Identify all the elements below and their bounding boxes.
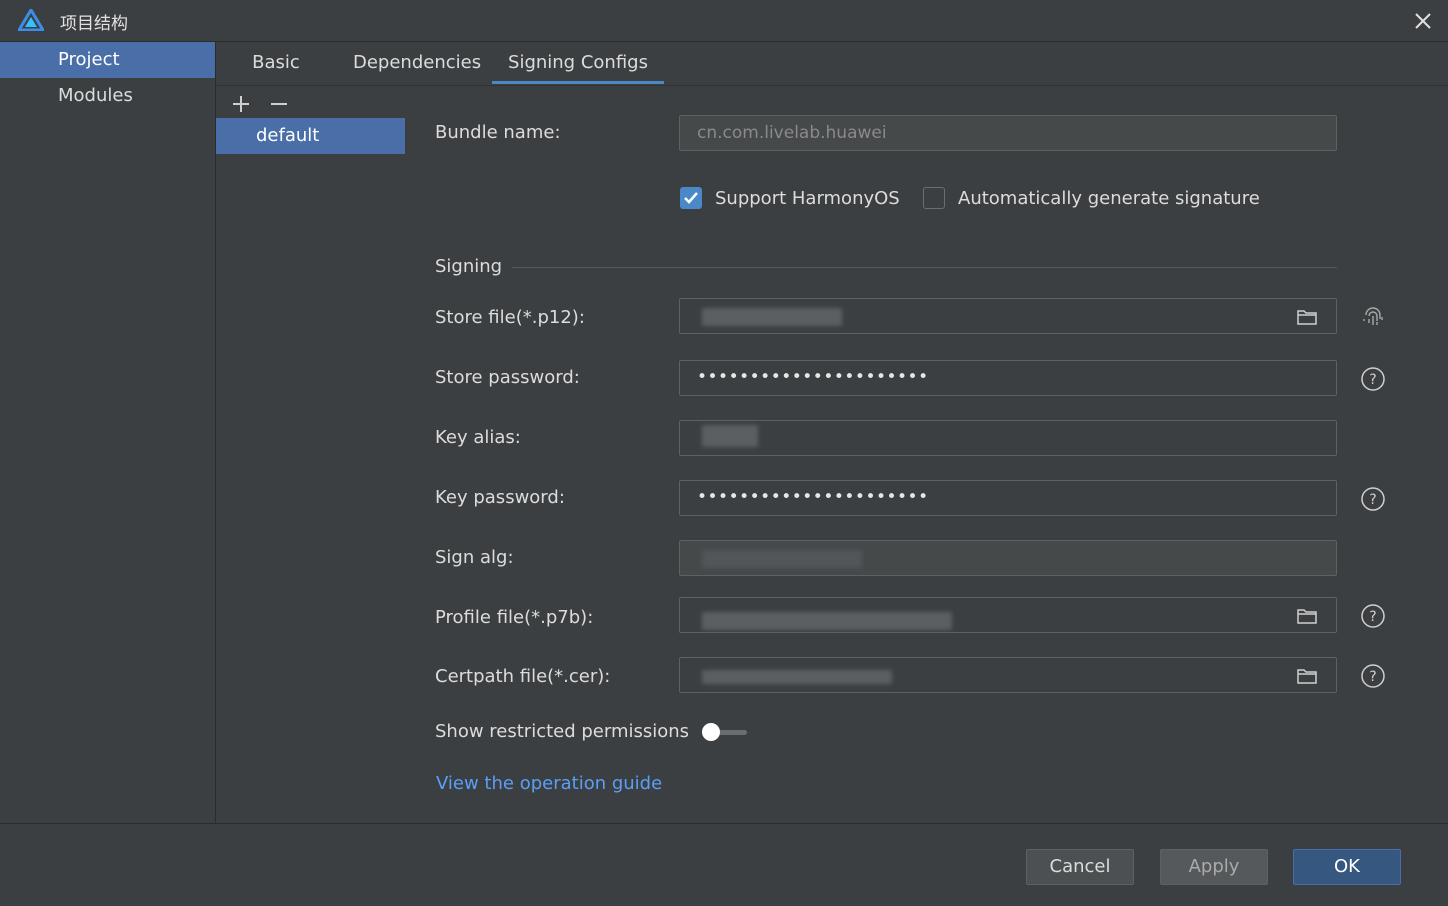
harmony-logo-icon — [18, 9, 44, 31]
signing-section-title: Signing — [435, 256, 503, 277]
profile-file-label: Profile file(*.p7b): — [435, 607, 594, 628]
ok-button[interactable]: OK — [1293, 849, 1401, 885]
key-password-label: Key password: — [435, 487, 565, 508]
store-password-field[interactable]: •••••••••••••••••••••• — [679, 360, 1337, 396]
bundle-name-value: cn.com.livelab.huawei — [697, 123, 887, 143]
dialog-footer: Cancel Apply OK — [0, 823, 1448, 906]
key-password-value: •••••••••••••••••••••• — [697, 487, 929, 507]
tab-signing-configs[interactable]: Signing Configs — [492, 42, 664, 84]
help-icon[interactable]: ? — [1360, 603, 1386, 629]
show-restricted-label: Show restricted permissions — [435, 721, 690, 742]
bundle-name-label: Bundle name: — [435, 122, 561, 143]
certpath-file-field[interactable] — [679, 657, 1337, 693]
redacted-value — [702, 425, 758, 447]
auto-signature-checkbox[interactable] — [923, 187, 945, 209]
window-title: 项目结构 — [60, 14, 128, 34]
sign-alg-label: Sign alg: — [435, 547, 514, 568]
store-password-label: Store password: — [435, 367, 580, 388]
store-file-field[interactable] — [679, 298, 1337, 334]
operation-guide-link[interactable]: View the operation guide — [436, 773, 662, 794]
sidebar-item-project[interactable]: Project — [0, 42, 215, 78]
folder-icon[interactable] — [1296, 606, 1318, 626]
tab-dependencies[interactable]: Dependencies — [353, 42, 481, 84]
key-password-field[interactable]: •••••••••••••••••••••• — [679, 480, 1337, 516]
svg-text:?: ? — [1369, 669, 1376, 685]
store-file-label: Store file(*.p12): — [435, 307, 585, 328]
folder-icon[interactable] — [1296, 307, 1318, 327]
folder-icon[interactable] — [1296, 666, 1318, 686]
title-bar: 项目结构 — [0, 0, 1448, 42]
key-alias-field[interactable] — [679, 420, 1337, 456]
config-list-panel: default — [216, 86, 405, 823]
help-icon[interactable]: ? — [1360, 663, 1386, 689]
auto-signature-label: Automatically generate signature — [958, 188, 1260, 209]
tab-bar: Basic Info Dependencies Signing Configs — [216, 42, 1448, 115]
tab-basic-info[interactable]: Basic Info — [234, 42, 318, 115]
sign-alg-field — [679, 540, 1337, 576]
apply-button[interactable]: Apply — [1160, 849, 1268, 885]
key-alias-label: Key alias: — [435, 427, 521, 448]
store-password-value: •••••••••••••••••••••• — [697, 367, 929, 387]
help-icon[interactable]: ? — [1360, 486, 1386, 512]
plus-icon[interactable] — [231, 94, 251, 114]
minus-icon[interactable] — [269, 94, 289, 114]
help-icon[interactable]: ? — [1360, 366, 1386, 392]
bundle-name-field: cn.com.livelab.huawei — [679, 115, 1337, 151]
redacted-value — [702, 308, 842, 326]
profile-file-field[interactable] — [679, 597, 1337, 633]
checkmark-icon — [684, 192, 698, 204]
signing-form: Bundle name: cn.com.livelab.huawei Suppo… — [405, 86, 1448, 823]
svg-text:?: ? — [1369, 372, 1376, 388]
svg-text:?: ? — [1369, 609, 1376, 625]
redacted-value — [702, 550, 862, 568]
sidebar: Project Modules — [0, 42, 216, 823]
redacted-value — [702, 612, 952, 630]
fingerprint-icon[interactable] — [1360, 305, 1386, 331]
support-harmonyos-checkbox[interactable] — [680, 187, 702, 209]
sidebar-item-modules[interactable]: Modules — [0, 78, 215, 114]
redacted-value — [702, 670, 892, 684]
cancel-button[interactable]: Cancel — [1026, 849, 1134, 885]
close-icon[interactable] — [1410, 8, 1436, 34]
config-item-default[interactable]: default — [216, 118, 405, 154]
svg-text:?: ? — [1369, 492, 1376, 508]
certpath-file-label: Certpath file(*.cer): — [435, 666, 611, 687]
show-restricted-toggle[interactable] — [701, 722, 751, 742]
support-harmonyos-label: Support HarmonyOS — [715, 188, 900, 209]
section-divider — [512, 267, 1337, 268]
